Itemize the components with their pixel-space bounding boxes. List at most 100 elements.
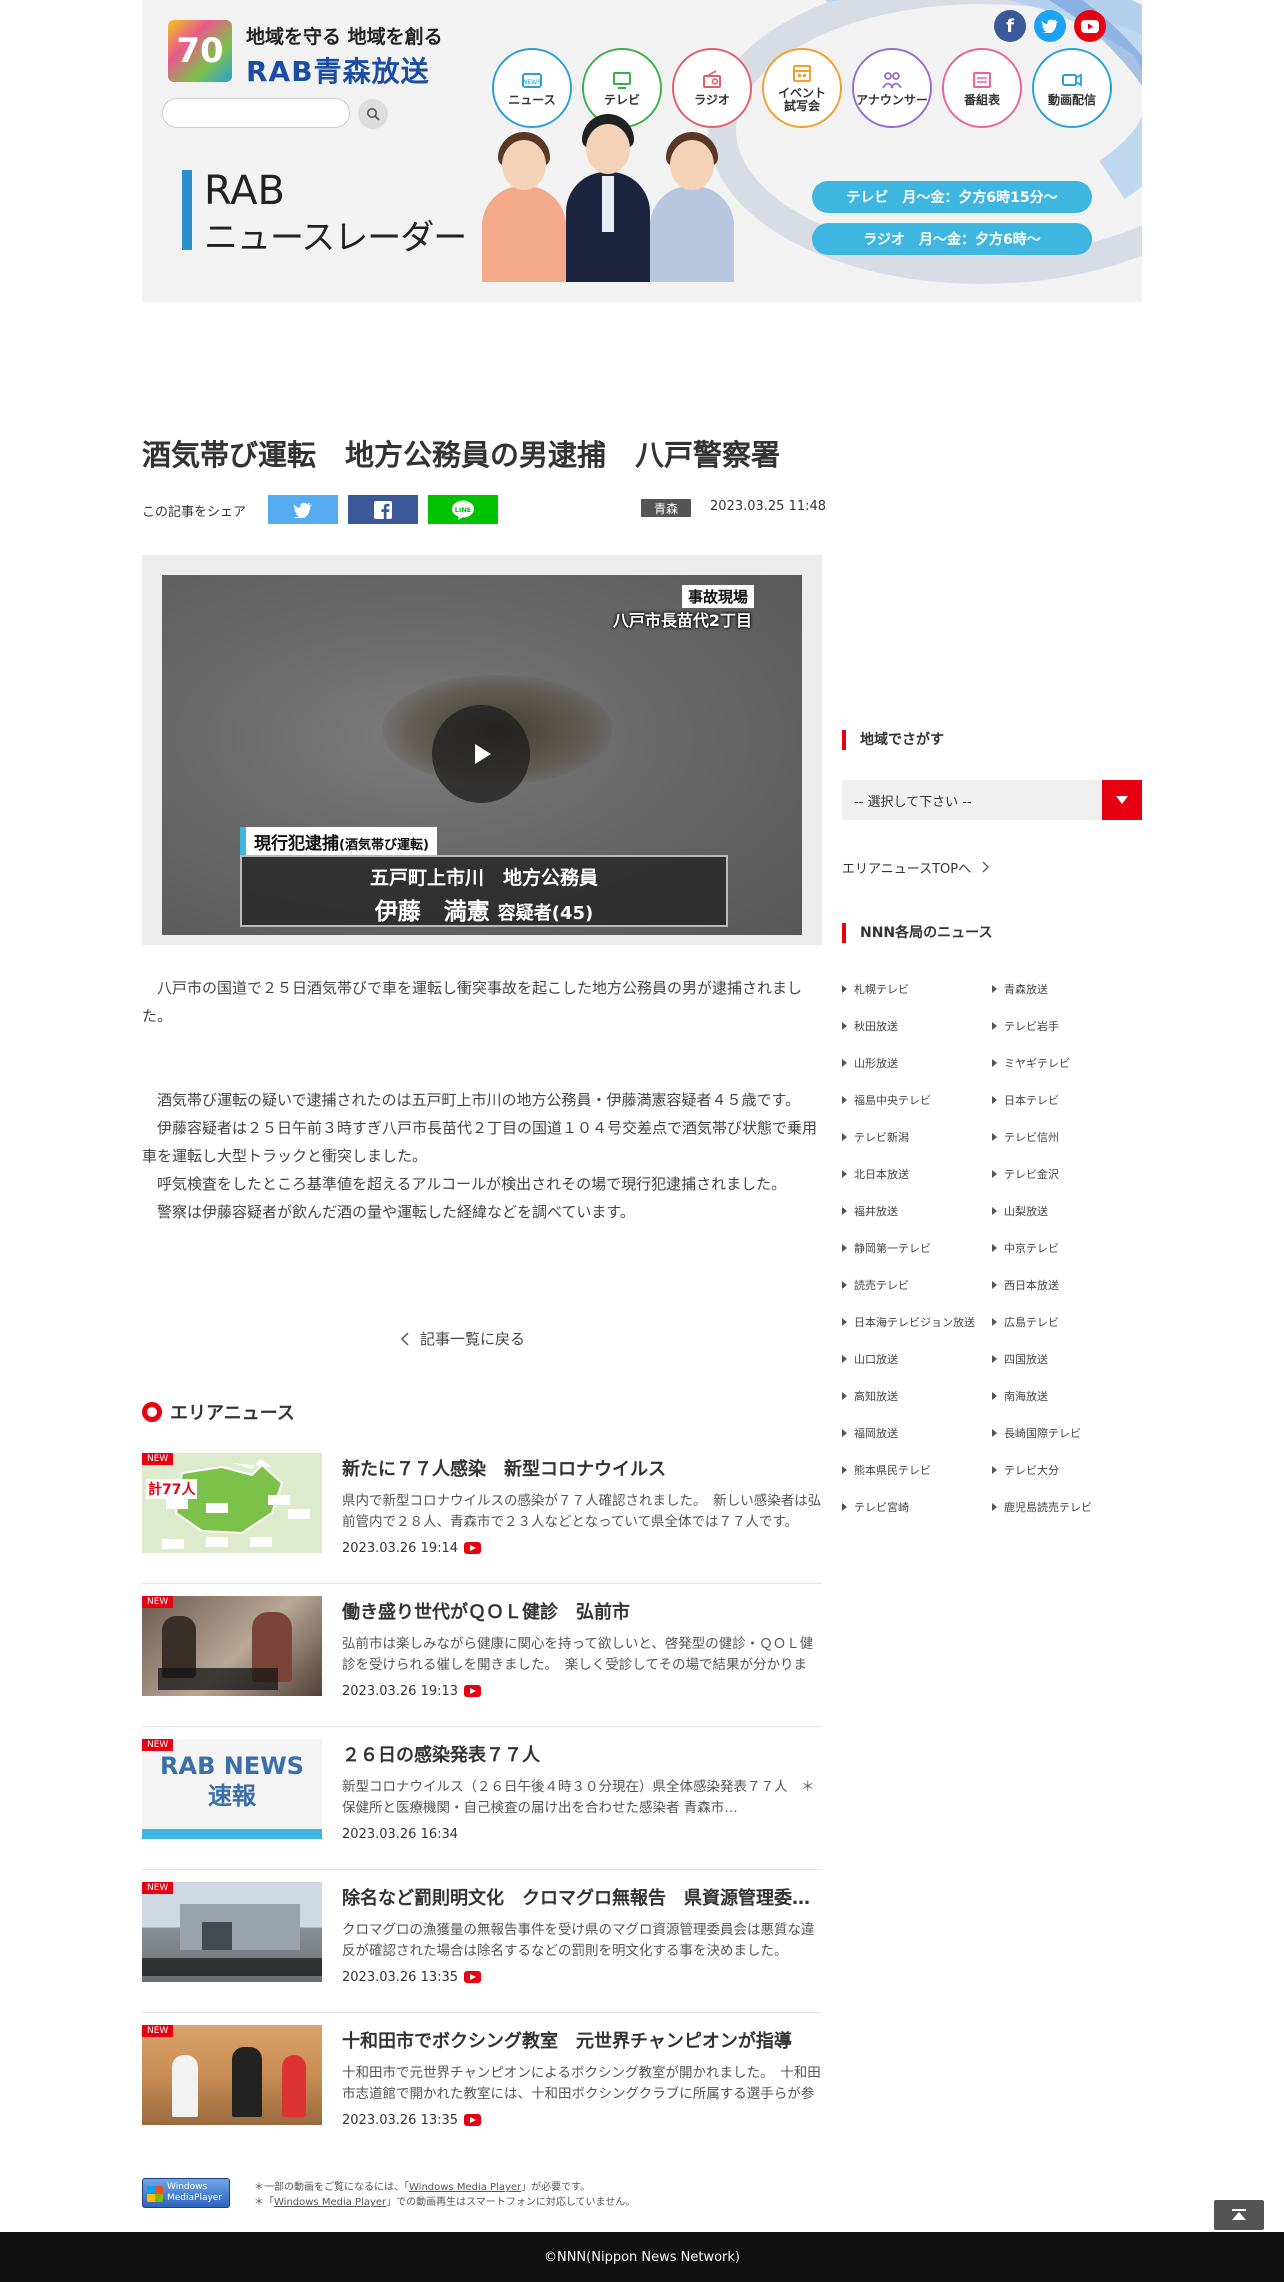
news-item[interactable]: NEW 働き盛り世代がＱＯＬ健診 弘前市 弘前市は楽しみながら健康に関心を持って… bbox=[142, 1596, 822, 1727]
radio-schedule-badge[interactable]: ラジオ 月～金：夕方6時～ bbox=[812, 223, 1092, 255]
arrest-tag-main: 現行犯逮捕 bbox=[254, 834, 339, 854]
station-link[interactable]: ミヤギテレビ bbox=[992, 1055, 1070, 1071]
nav-program-guide[interactable]: 番組表 bbox=[942, 48, 1022, 128]
nav-label: テレビ bbox=[603, 92, 640, 107]
station-link[interactable]: 静岡第一テレビ bbox=[842, 1240, 931, 1256]
news-title[interactable]: 除名など罰則明文化 クロマグロ無報告 県資源管理委員会 bbox=[342, 1884, 822, 1910]
play-icon bbox=[475, 744, 491, 764]
news-item[interactable]: NEW RAB NEWS 速報 ２６日の感染発表７７人 新型コロナウイルス（２６… bbox=[142, 1739, 822, 1870]
station-link[interactable]: 四国放送 bbox=[992, 1351, 1048, 1367]
station-link[interactable]: テレビ岩手 bbox=[992, 1018, 1059, 1034]
news-item[interactable]: NEW 十和田市でボクシング教室 元世界チャンピオンが指導 十和田市で元世界チャ… bbox=[142, 2025, 822, 2145]
search-button[interactable] bbox=[358, 99, 388, 129]
new-badge: NEW bbox=[142, 1882, 174, 1894]
area-news-top-link[interactable]: エリアニュースTOPへ bbox=[842, 858, 990, 877]
station-link[interactable]: 南海放送 bbox=[992, 1388, 1048, 1404]
back-to-list-link[interactable]: 記事一覧に戻る bbox=[400, 1328, 525, 1349]
station-link[interactable]: テレビ大分 bbox=[992, 1462, 1059, 1478]
nav-news[interactable]: NEWS ニュース bbox=[492, 48, 572, 128]
news-description: 新型コロナウイルス（２６日午後４時３０分現在）県全体感染発表７７人 ＊保健所と医… bbox=[342, 1779, 815, 1816]
nav-event[interactable]: イベント 試写会 bbox=[762, 48, 842, 128]
site-logo[interactable]: 70 地域を守る 地域を創る RAB青森放送 bbox=[168, 20, 444, 88]
play-button[interactable] bbox=[432, 705, 530, 803]
station-link[interactable]: 山形放送 bbox=[842, 1055, 898, 1071]
news-title[interactable]: 十和田市でボクシング教室 元世界チャンピオンが指導 bbox=[342, 2027, 822, 2053]
tv-schedule-badge[interactable]: テレビ 月～金：夕方6時15分～ bbox=[812, 181, 1092, 213]
nav-label: 動画配信 bbox=[1047, 92, 1096, 107]
nav-announcer[interactable]: アナウンサー bbox=[852, 48, 932, 128]
wmp-badge[interactable]: Windows MediaPlayer bbox=[142, 2178, 230, 2208]
article-paragraph: 警察は伊藤容疑者が飲んだ酒の量や運転した経緯などを調べています。 bbox=[142, 1203, 635, 1221]
station-link[interactable]: 札幌テレビ bbox=[842, 981, 909, 997]
nav-label: アナウンサー bbox=[856, 92, 928, 107]
program-banner-title[interactable]: RAB ニュースレーダー bbox=[182, 168, 472, 258]
facebook-icon[interactable]: f bbox=[994, 10, 1026, 42]
station-link[interactable]: テレビ信州 bbox=[992, 1129, 1059, 1145]
article-paragraph: 八戸市の国道で２５日酒気帯びで車を運転し衝突事故を起こした地方公務員の男が逮捕さ… bbox=[142, 979, 803, 1025]
select-arrow[interactable] bbox=[1102, 780, 1142, 820]
station-link[interactable]: テレビ宮崎 bbox=[842, 1499, 909, 1515]
station-link[interactable]: 鹿児島読売テレビ bbox=[992, 1499, 1092, 1515]
region-select[interactable]: -- 選択して下さい -- bbox=[842, 780, 1142, 820]
news-title[interactable]: 働き盛り世代がＱＯＬ健診 弘前市 bbox=[342, 1598, 822, 1624]
station-link[interactable]: 日本海テレビジョン放送 bbox=[842, 1314, 975, 1330]
share-twitter-button[interactable] bbox=[268, 495, 338, 524]
area-badge: 青森 bbox=[641, 499, 691, 517]
video-icon bbox=[464, 1542, 481, 1554]
station-link[interactable]: 日本テレビ bbox=[992, 1092, 1059, 1108]
scene-place: 八戸市長苗代2丁目 bbox=[612, 611, 752, 630]
anchor-photo bbox=[482, 114, 734, 282]
station-link[interactable]: テレビ金沢 bbox=[992, 1166, 1059, 1182]
chevron-right-icon bbox=[982, 861, 990, 873]
video-player[interactable]: 事故現場 八戸市長苗代2丁目 現行犯逮捕(酒気帯び運転) 五戸町上市川 地方公務… bbox=[162, 575, 802, 935]
station-link[interactable]: 福岡放送 bbox=[842, 1425, 898, 1441]
station-link[interactable]: 福井放送 bbox=[842, 1203, 898, 1219]
page-top-button[interactable] bbox=[1214, 2200, 1264, 2230]
news-date: 2023.03.26 13:35 bbox=[342, 1970, 459, 1985]
news-item[interactable]: NEW 計77人 新たに７７人感染 新型コロナウイルス 県内で新型コロナウイルス… bbox=[142, 1453, 822, 1584]
station-link[interactable]: 長崎国際テレビ bbox=[992, 1425, 1081, 1441]
station-link[interactable]: 読売テレビ bbox=[842, 1277, 909, 1293]
twitter-icon[interactable] bbox=[1034, 10, 1066, 42]
header-decoration bbox=[708, 0, 1142, 284]
nav-radio[interactable]: ラジオ bbox=[672, 48, 752, 128]
tv-icon bbox=[613, 71, 631, 89]
news-item[interactable]: NEW 除名など罰則明文化 クロマグロ無報告 県資源管理委員会 クロマグロの漁獲… bbox=[142, 1882, 822, 2013]
wmp-link[interactable]: Windows Media Player bbox=[409, 2182, 521, 2193]
new-badge: NEW bbox=[142, 1739, 174, 1751]
news-thumbnail: NEW bbox=[142, 2025, 322, 2125]
news-date: 2023.03.26 16:34 bbox=[342, 1827, 459, 1842]
banner-accent-bar bbox=[182, 170, 192, 250]
station-link[interactable]: 広島テレビ bbox=[992, 1314, 1059, 1330]
new-badge: NEW bbox=[142, 1596, 174, 1608]
share-line-button[interactable]: LINE bbox=[428, 495, 498, 524]
caret-down-icon bbox=[1116, 796, 1128, 804]
station-link[interactable]: 高知放送 bbox=[842, 1388, 898, 1404]
search-input[interactable] bbox=[162, 98, 350, 128]
circle-icon bbox=[142, 1402, 162, 1422]
youtube-icon[interactable] bbox=[1074, 10, 1106, 42]
nav-video[interactable]: 動画配信 bbox=[1032, 48, 1112, 128]
logo-slogan: 地域を守る 地域を創る bbox=[246, 26, 443, 48]
site-header: 70 地域を守る 地域を創る RAB青森放送 NEWS ニュース テレビ ラジオ… bbox=[142, 0, 1142, 302]
nav-label: 番組表 bbox=[963, 92, 1000, 107]
news-title[interactable]: ２６日の感染発表７７人 bbox=[342, 1741, 822, 1767]
caption-name-line: 伊藤 満憲 容疑者(45) bbox=[242, 892, 726, 926]
station-link[interactable]: 青森放送 bbox=[992, 981, 1048, 997]
station-link[interactable]: 西日本放送 bbox=[992, 1277, 1059, 1293]
nav-label: ラジオ bbox=[694, 92, 730, 107]
station-link[interactable]: 中京テレビ bbox=[992, 1240, 1059, 1256]
wmp-link[interactable]: Windows Media Player bbox=[274, 2197, 386, 2208]
station-link[interactable]: 北日本放送 bbox=[842, 1166, 909, 1182]
share-facebook-button[interactable] bbox=[348, 495, 418, 524]
station-link[interactable]: 福島中央テレビ bbox=[842, 1092, 931, 1108]
nav-tv[interactable]: テレビ bbox=[582, 48, 662, 128]
station-link[interactable]: 山口放送 bbox=[842, 1351, 898, 1367]
station-link[interactable]: 熊本県民テレビ bbox=[842, 1462, 931, 1478]
station-link[interactable]: テレビ新潟 bbox=[842, 1129, 909, 1145]
station-link[interactable]: 山梨放送 bbox=[992, 1203, 1048, 1219]
news-title[interactable]: 新たに７７人感染 新型コロナウイルス bbox=[342, 1455, 822, 1481]
news-thumbnail: NEW bbox=[142, 1882, 322, 1982]
station-link[interactable]: 秋田放送 bbox=[842, 1018, 898, 1034]
twitter-icon bbox=[293, 502, 312, 518]
